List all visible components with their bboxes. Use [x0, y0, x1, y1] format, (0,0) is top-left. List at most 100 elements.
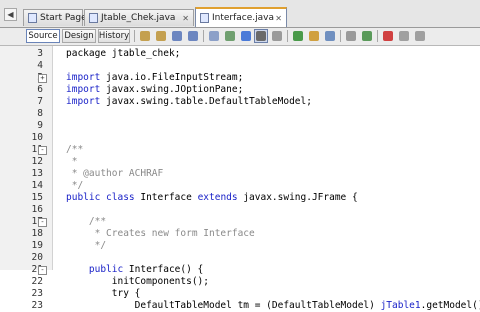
line-number: 7 [37, 96, 43, 107]
code-line[interactable]: 3 package jtable_chek; [0, 48, 480, 60]
line-number: 13 [31, 168, 43, 179]
tab-interface[interactable]: Interface.java ✕ [195, 7, 287, 27]
history-view-button[interactable]: History [98, 29, 130, 43]
design-view-button[interactable]: Design [62, 29, 96, 43]
comment-token: /** [66, 216, 107, 227]
java-file-icon [200, 13, 209, 23]
shift-right-icon[interactable] [307, 29, 321, 43]
uncomment-icon[interactable] [381, 29, 395, 43]
expand-fold-icon[interactable]: + [38, 74, 47, 83]
toggle-bookmark-icon[interactable] [239, 29, 253, 43]
close-tab-icon[interactable]: ✕ [182, 14, 189, 23]
collapse-fold-icon[interactable]: - [38, 146, 47, 155]
code-line[interactable]: 23 try { [0, 288, 480, 300]
code-line[interactable]: 16 [0, 204, 480, 216]
code-line[interactable]: 18 * Creates new form Interface [0, 228, 480, 240]
keyword-token: extends [197, 192, 238, 203]
previous-bookmark-icon[interactable] [254, 29, 268, 43]
code-line[interactable]: 13 * @author ACHRAF [0, 168, 480, 180]
code-text: /** [66, 144, 83, 156]
code-token: .getModel(); [420, 300, 480, 311]
line-number: 19 [31, 240, 43, 251]
line-number: 9 [37, 120, 43, 131]
next-bookmark-icon[interactable] [270, 29, 284, 43]
shift-left-icon[interactable] [291, 29, 305, 43]
tab-label: Start Page [40, 13, 87, 23]
code-token: try { [66, 288, 141, 299]
tab-label: Interface.java [212, 13, 275, 23]
line-number: 10 [31, 132, 43, 143]
back-icon[interactable] [138, 29, 152, 43]
code-line[interactable]: 5+import java.io.FileInputStream; [0, 72, 480, 84]
line-number: 12 [31, 156, 43, 167]
code-line[interactable]: 14 */ [0, 180, 480, 192]
toggle-highlight-icon[interactable] [223, 29, 237, 43]
code-line[interactable]: 22 initComponents(); [0, 276, 480, 288]
code-line[interactable]: 6 import javax.swing.JOptionPane; [0, 84, 480, 96]
collapse-fold-icon[interactable]: - [38, 266, 47, 275]
collapse-fold-icon[interactable]: - [38, 218, 47, 227]
code-line[interactable]: 7 import javax.swing.table.DefaultTableMo… [0, 96, 480, 108]
code-token: package jtable_chek; [66, 48, 181, 59]
tab-scroll-left-icon[interactable]: ◀ [4, 8, 17, 21]
code-line[interactable]: 9 [0, 120, 480, 132]
code-text: public class Interface extends javax.swi… [66, 192, 358, 204]
toolbar-separator [287, 30, 288, 42]
toolbar-separator [340, 30, 341, 42]
code-line[interactable]: 10 [0, 132, 480, 144]
code-token: Interface [134, 192, 198, 203]
comment-token: * Creates new form Interface [66, 228, 255, 239]
comment-icon[interactable] [360, 29, 374, 43]
stop-macro-icon[interactable] [344, 29, 358, 43]
line-number: 3 [37, 48, 43, 59]
line-number: 23 [31, 288, 43, 299]
code-line[interactable]: 11-/** [0, 144, 480, 156]
code-line[interactable]: 4 [0, 60, 480, 72]
code-line[interactable]: 15 public class Interface extends javax.s… [0, 192, 480, 204]
find-next-icon[interactable] [186, 29, 200, 43]
uncomment-icon[interactable] [397, 29, 411, 43]
code-editor[interactable]: 3package jtable_chek;45+import java.io.F… [0, 46, 480, 311]
find-selection-icon[interactable] [207, 29, 221, 43]
comment-icon[interactable] [413, 29, 427, 43]
code-text: initComponents(); [66, 276, 209, 288]
code-token: javax.swing.table.DefaultTableModel; [100, 96, 312, 107]
comment-token: * [66, 156, 78, 167]
line-number: 18 [31, 228, 43, 239]
code-line[interactable]: 19 */ [0, 240, 480, 252]
code-text: import java.io.FileInputStream; [66, 72, 243, 84]
editor-toolbar: Source Design History [0, 28, 480, 46]
code-line[interactable]: 12 * [0, 156, 480, 168]
tab-start-page[interactable]: Start Page [23, 9, 87, 26]
line-number: 22 [31, 276, 43, 287]
line-number: 20 [31, 252, 43, 263]
code-text: public Interface() { [66, 264, 203, 276]
code-text: try { [66, 288, 141, 300]
editor-tab-bar: ◀ Start Page Jtable_Chek.java ✕ Interfac… [0, 0, 480, 28]
tab-jtable-chek[interactable]: Jtable_Chek.java ✕ [84, 9, 194, 26]
close-tab-icon[interactable]: ✕ [275, 14, 282, 23]
forward-icon[interactable] [154, 29, 168, 43]
code-line[interactable]: 23 DefaultTableModel tm = (DefaultTableM… [0, 300, 480, 312]
start-macro-icon[interactable] [323, 29, 337, 43]
keyword-token: import [66, 96, 101, 107]
line-number: 16 [31, 204, 43, 215]
code-text: */ [66, 240, 106, 252]
code-text: import javax.swing.JOptionPane; [66, 84, 243, 96]
toolbar-separator [134, 30, 135, 42]
find-previous-icon[interactable] [170, 29, 184, 43]
code-line[interactable]: 20 [0, 252, 480, 264]
code-line[interactable]: 8 [0, 108, 480, 120]
comment-token: */ [66, 240, 107, 251]
keyword-token: public class [66, 192, 135, 203]
code-text: */ [66, 180, 83, 192]
code-text: package jtable_chek; [66, 48, 180, 60]
code-token: DefaultTableModel tm = (DefaultTableMode… [66, 300, 381, 311]
code-line[interactable]: 17- /** [0, 216, 480, 228]
comment-token: /** [66, 144, 84, 155]
toolbar-separator [377, 30, 378, 42]
source-view-button[interactable]: Source [26, 29, 60, 43]
line-number: 8 [37, 108, 43, 119]
line-number: 6 [37, 84, 43, 95]
code-line[interactable]: 21- public Interface() { [0, 264, 480, 276]
